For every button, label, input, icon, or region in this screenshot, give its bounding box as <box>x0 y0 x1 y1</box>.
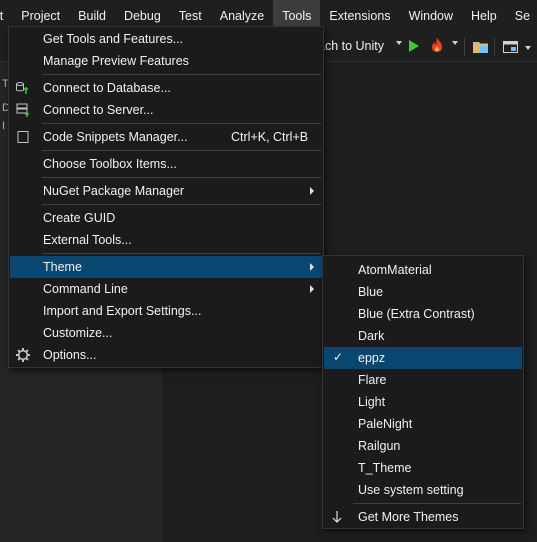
menu-item-connect-database[interactable]: Connect to Database... <box>10 77 322 99</box>
menu-item-label: Light <box>358 395 386 409</box>
menu-item-label: AtomMaterial <box>358 263 432 277</box>
theme-item-light[interactable]: Light <box>324 391 522 413</box>
database-connect-icon <box>15 80 31 96</box>
menu-search[interactable]: Se <box>506 0 537 32</box>
menu-item-label: Get Tools and Features... <box>43 32 184 46</box>
menu-separator <box>42 177 321 178</box>
hot-reload-icon[interactable] <box>430 37 444 56</box>
menu-item-code-snippets[interactable]: Code Snippets Manager... Ctrl+K, Ctrl+B <box>10 126 322 148</box>
arrow-down-icon <box>330 509 346 525</box>
menu-window[interactable]: Window <box>400 0 462 32</box>
menu-extensions[interactable]: Extensions <box>320 0 399 32</box>
layout-dropdown-icon[interactable] <box>525 46 531 50</box>
submenu-arrow-icon <box>310 187 314 195</box>
menu-item-get-tools[interactable]: Get Tools and Features... <box>10 28 322 50</box>
submenu-arrow-icon <box>310 263 314 271</box>
menu-item-options[interactable]: Options... <box>10 344 322 366</box>
menu-item-manage-preview[interactable]: Manage Preview Features <box>10 50 322 72</box>
menu-item-label: Blue (Extra Contrast) <box>358 307 475 321</box>
theme-item-dark[interactable]: Dark <box>324 325 522 347</box>
menu-item-label: Options... <box>43 348 97 362</box>
menu-separator <box>42 123 321 124</box>
menu-item-nuget[interactable]: NuGet Package Manager <box>10 180 322 202</box>
menu-item-customize[interactable]: Customize... <box>10 322 322 344</box>
menu-item-label: Get More Themes <box>358 510 459 524</box>
menu-item-label: External Tools... <box>43 233 132 247</box>
menu-item-create-guid[interactable]: Create GUID <box>10 207 322 229</box>
menu-item-external-tools[interactable]: External Tools... <box>10 229 322 251</box>
play-icon[interactable] <box>409 40 419 52</box>
menu-item-label: Use system setting <box>358 483 464 497</box>
menu-item-label: PaleNight <box>358 417 413 431</box>
menu-item-label: Dark <box>358 329 385 343</box>
menu-item-label: Command Line <box>43 282 128 296</box>
theme-item-eppz[interactable]: ✓ eppz <box>324 347 522 369</box>
theme-item-t-theme[interactable]: T_Theme <box>324 457 522 479</box>
get-more-themes-item[interactable]: Get More Themes <box>324 506 522 528</box>
menu-item-label: Choose Toolbox Items... <box>43 157 177 171</box>
theme-item-blue-extra-contrast[interactable]: Blue (Extra Contrast) <box>324 303 522 325</box>
theme-item-blue[interactable]: Blue <box>324 281 522 303</box>
menu-separator <box>42 204 321 205</box>
theme-item-railgun[interactable]: Railgun <box>324 435 522 457</box>
menu-item-label: Blue <box>358 285 384 299</box>
toolbar-separator <box>494 38 495 56</box>
menu-separator <box>42 150 321 151</box>
menu-item-command-line[interactable]: Command Line <box>10 278 322 300</box>
menu-item-label: T_Theme <box>358 461 412 475</box>
menu-item-theme[interactable]: Theme <box>10 256 322 278</box>
attach-to-unity-button[interactable]: ach to Unity <box>318 39 384 53</box>
menu-item-connect-server[interactable]: Connect to Server... <box>10 99 322 121</box>
theme-item-flare[interactable]: Flare <box>324 369 522 391</box>
panel-text-fragment: I <box>2 120 6 132</box>
menu-item-label: Manage Preview Features <box>43 54 189 68</box>
menu-item-label: eppz <box>358 351 386 365</box>
menu-item-label: Create GUID <box>43 211 116 225</box>
menu-item-label: Connect to Server... <box>43 103 154 117</box>
menu-item-label: NuGet Package Manager <box>43 184 185 198</box>
submenu-arrow-icon <box>310 285 314 293</box>
tools-menu: Get Tools and Features... Manage Preview… <box>8 26 324 368</box>
menu-help[interactable]: Help <box>462 0 506 32</box>
theme-submenu: AtomMaterial Blue Blue (Extra Contrast) … <box>322 255 524 529</box>
snippet-icon <box>15 129 31 145</box>
menu-separator <box>42 74 321 75</box>
menu-item-label: Code Snippets Manager... <box>43 130 188 144</box>
menu-item-shortcut: Ctrl+K, Ctrl+B <box>231 130 309 144</box>
checkmark-icon: ✓ <box>333 350 344 364</box>
hot-reload-dropdown-icon[interactable] <box>452 41 458 45</box>
menu-item-label: Connect to Database... <box>43 81 171 95</box>
server-connect-icon <box>15 102 31 118</box>
theme-item-palenight[interactable]: PaleNight <box>324 413 522 435</box>
menu-item-label: Theme <box>43 260 82 274</box>
menu-item-label: Railgun <box>358 439 401 453</box>
theme-item-atommaterial[interactable]: AtomMaterial <box>324 259 522 281</box>
gear-icon <box>15 347 31 363</box>
menu-item-label: Customize... <box>43 326 113 340</box>
toolbar-separator <box>464 38 465 56</box>
folder-icon[interactable] <box>472 39 490 58</box>
menu-item-import-export[interactable]: Import and Export Settings... <box>10 300 322 322</box>
menu-item-label: Flare <box>358 373 387 387</box>
menu-item-choose-toolbox[interactable]: Choose Toolbox Items... <box>10 153 322 175</box>
menu-separator <box>353 503 521 504</box>
attach-dropdown-icon[interactable] <box>396 41 402 45</box>
menu-separator <box>42 253 321 254</box>
window-layout-icon[interactable] <box>502 39 520 58</box>
menu-item-label: Import and Export Settings... <box>43 304 202 318</box>
theme-item-use-system-setting[interactable]: Use system setting <box>324 479 522 501</box>
